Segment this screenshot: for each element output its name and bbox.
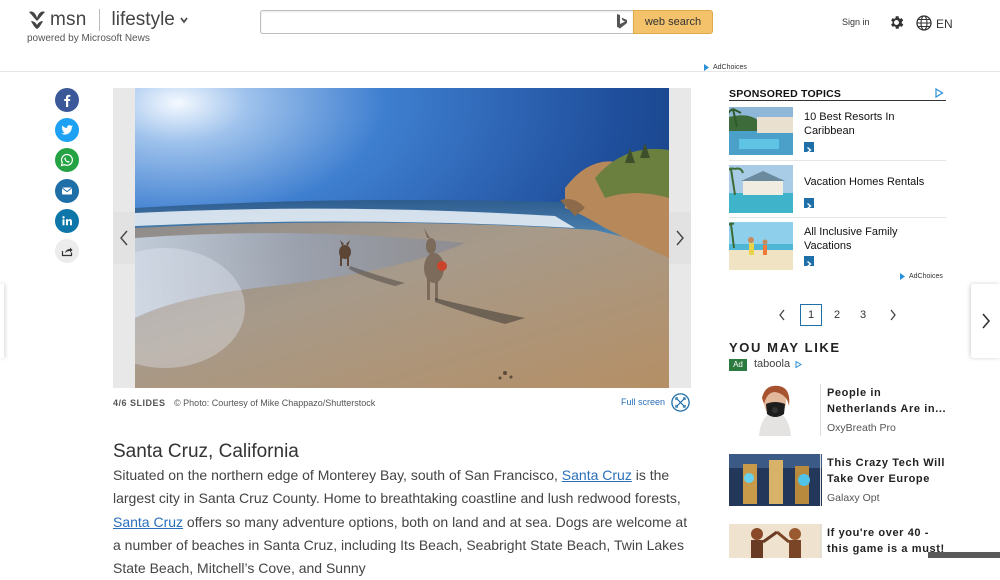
game-thumbnail bbox=[729, 524, 822, 558]
slide-photo[interactable] bbox=[135, 88, 669, 388]
chevron-down-icon[interactable] bbox=[179, 15, 189, 25]
recommended-item[interactable]: This Crazy Tech Will Take Over Europe Ga… bbox=[729, 454, 946, 508]
sponsored-item[interactable]: 10 Best Resorts In Caribbean bbox=[729, 107, 946, 164]
resort-thumbnail bbox=[729, 107, 793, 155]
chevron-right-icon bbox=[676, 230, 684, 246]
recommended-item-source: Galaxy Opt bbox=[827, 492, 880, 504]
recommended-item[interactable]: People in Netherlands Are in... OxyBreat… bbox=[729, 384, 946, 438]
chevron-left-icon bbox=[779, 309, 785, 321]
next-slide-button[interactable] bbox=[669, 212, 691, 264]
share-icon bbox=[61, 247, 73, 257]
family-vacation-thumbnail bbox=[729, 222, 793, 270]
slide-counter: 4/6 SLIDES bbox=[113, 398, 166, 408]
twitter-share-button[interactable] bbox=[55, 118, 79, 142]
item-divider bbox=[820, 524, 821, 558]
msn-logo[interactable]: msn lifestyle bbox=[27, 9, 189, 31]
chevron-right-icon bbox=[890, 309, 896, 321]
language-selector[interactable]: EN bbox=[936, 17, 953, 31]
photo-credit: © Photo: Courtesy of Mike Chappazo/Shutt… bbox=[174, 398, 376, 408]
paragraph-text: offers so many adventure options, both o… bbox=[113, 513, 688, 577]
recommended-item-title: People in Netherlands Are in... bbox=[827, 387, 947, 415]
previous-slide-button[interactable] bbox=[113, 212, 135, 264]
adchoices-label: AdChoices bbox=[909, 273, 943, 280]
item-divider bbox=[820, 454, 821, 506]
pager-page-3[interactable]: 3 bbox=[854, 304, 872, 326]
pager-page-2[interactable]: 2 bbox=[828, 304, 846, 326]
pager-page-1[interactable]: 1 bbox=[800, 304, 822, 326]
bing-icon[interactable] bbox=[616, 13, 628, 30]
fullscreen-icon[interactable] bbox=[671, 393, 690, 412]
globe-icon[interactable] bbox=[916, 15, 932, 31]
santa-cruz-link[interactable]: Santa Cruz bbox=[113, 514, 183, 530]
gear-icon[interactable] bbox=[888, 14, 905, 31]
logo-separator bbox=[98, 9, 100, 31]
linkedin-icon bbox=[62, 216, 72, 226]
ad-info-icon[interactable] bbox=[795, 361, 802, 368]
ad-info-icon[interactable] bbox=[934, 88, 944, 98]
whatsapp-share-button[interactable] bbox=[55, 148, 79, 172]
whatsapp-icon bbox=[60, 153, 73, 167]
mask-woman-thumbnail bbox=[729, 384, 822, 436]
previous-article-tab[interactable] bbox=[0, 284, 4, 358]
chevron-right-icon bbox=[981, 313, 990, 329]
section-dropdown[interactable]: lifestyle bbox=[112, 9, 175, 31]
email-icon bbox=[61, 187, 73, 195]
fullscreen-link[interactable]: Full screen bbox=[621, 397, 665, 407]
item-divider bbox=[820, 384, 821, 436]
sponsored-divider bbox=[729, 100, 946, 101]
sign-in-link[interactable]: Sign in bbox=[842, 17, 870, 27]
twitter-icon bbox=[61, 125, 73, 135]
you-may-like-heading: YOU MAY LIKE bbox=[729, 340, 841, 355]
adchoices-link[interactable]: AdChoices bbox=[899, 273, 943, 280]
logo-text: msn bbox=[50, 9, 87, 30]
tech-thumbnail bbox=[729, 454, 822, 506]
email-share-button[interactable] bbox=[55, 179, 79, 203]
sponsored-item[interactable]: Vacation Homes Rentals bbox=[729, 165, 946, 222]
article-heading: Santa Cruz, California bbox=[113, 441, 299, 462]
ad-badge: Ad bbox=[729, 359, 747, 371]
chevron-right-icon bbox=[804, 198, 814, 210]
sponsored-topics-heading: SPONSORED TOPICS bbox=[729, 88, 842, 100]
facebook-share-button[interactable] bbox=[55, 88, 79, 112]
adchoices-label: AdChoices bbox=[713, 64, 747, 71]
chevron-left-icon bbox=[120, 230, 128, 246]
sponsored-item[interactable]: All Inclusive Family Vacations bbox=[729, 222, 946, 279]
more-share-button[interactable] bbox=[55, 239, 79, 263]
article-paragraph: Situated on the northern edge of Montere… bbox=[113, 464, 693, 580]
pager-next-button[interactable] bbox=[883, 304, 903, 326]
site-header: msn lifestyle powered by Microsoft News … bbox=[0, 0, 1000, 72]
adchoices-icon bbox=[900, 273, 905, 280]
feedback-button[interactable] bbox=[928, 552, 1000, 558]
pager-previous-button[interactable] bbox=[772, 304, 792, 326]
chevron-right-icon bbox=[804, 256, 814, 268]
search-input[interactable] bbox=[260, 10, 633, 34]
slide-caption: 4/6 SLIDES © Photo: Courtesy of Mike Cha… bbox=[113, 398, 375, 408]
recommended-item[interactable]: If you're over 40 - this game is a must! bbox=[729, 524, 946, 558]
adchoices-icon bbox=[704, 64, 709, 71]
adchoices-link[interactable]: AdChoices bbox=[703, 64, 747, 71]
paragraph-text: Situated on the northern edge of Montere… bbox=[113, 467, 562, 483]
sponsored-item-divider bbox=[729, 217, 946, 218]
chevron-right-icon bbox=[804, 142, 814, 154]
taboola-link[interactable]: taboola bbox=[754, 358, 790, 370]
next-article-tab[interactable] bbox=[971, 284, 1000, 358]
santa-cruz-link[interactable]: Santa Cruz bbox=[562, 467, 632, 483]
sponsored-item-divider bbox=[729, 160, 946, 161]
sponsored-item-label: Vacation Homes Rentals bbox=[804, 176, 925, 188]
recommended-item-title: This Crazy Tech Will Take Over Europe bbox=[827, 457, 946, 485]
sponsored-item-label: 10 Best Resorts In Caribbean bbox=[804, 111, 895, 137]
beach-dogs-photo bbox=[135, 88, 669, 388]
web-search-button[interactable]: web search bbox=[633, 10, 713, 34]
linkedin-share-button[interactable] bbox=[55, 209, 79, 233]
facebook-icon bbox=[64, 94, 71, 107]
powered-by-text: powered by Microsoft News bbox=[27, 33, 150, 44]
recommended-item-source: OxyBreath Pro bbox=[827, 422, 896, 434]
msn-butterfly-icon bbox=[29, 11, 45, 29]
sponsored-item-label: All Inclusive Family Vacations bbox=[804, 226, 898, 252]
vacation-home-thumbnail bbox=[729, 165, 793, 213]
